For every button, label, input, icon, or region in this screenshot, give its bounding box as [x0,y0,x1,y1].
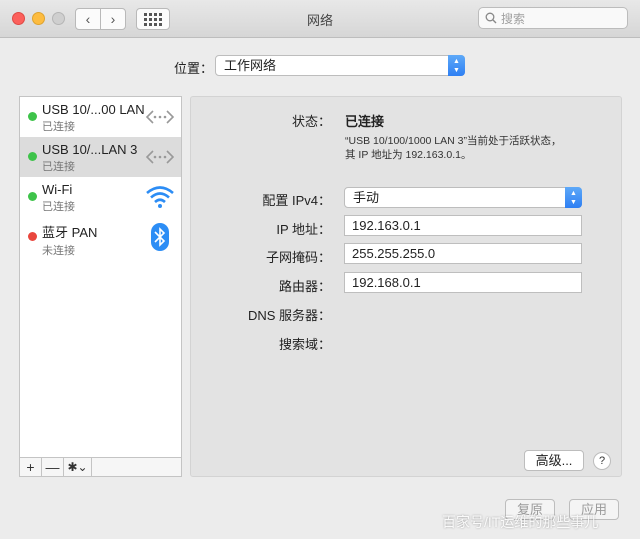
service-item-usb-lan-3[interactable]: USB 10/...LAN 3 已连接 [20,137,181,177]
advanced-button[interactable]: 高级... [524,450,584,471]
location-select[interactable]: 工作网络 ▲ ▼ [215,55,465,76]
configure-ipv4-value: 手动 [353,190,380,205]
status-description-line: 其 IP 地址为 192.163.0.1。 [345,149,472,161]
select-stepper-icon: ▲ ▼ [565,187,582,208]
status-dot [28,152,37,161]
status-dot [28,192,37,201]
router-field[interactable]: 192.168.0.1 [344,272,582,293]
search-placeholder: 搜索 [501,11,526,26]
location-label: 位置： [174,61,214,76]
search-domain-label: 搜索域： [278,337,331,352]
wifi-icon [146,186,174,208]
status-label: 状态： [291,114,331,129]
title-bar: ‹ › 网络 搜索 [0,0,640,38]
bluetooth-icon [151,223,169,251]
add-service-button[interactable]: + [20,458,42,476]
ethernet-icon [145,110,175,124]
configure-ipv4-select[interactable]: 手动 ▲ ▼ [344,187,582,208]
select-stepper-icon: ▲ ▼ [448,55,465,76]
configure-ipv4-label: 配置 IPv4： [262,193,331,208]
status-value: 已连接 [345,114,385,129]
service-item-usb-lan[interactable]: USB 10/...00 LAN 已连接 [20,97,181,137]
status-dot [28,112,37,121]
search-field[interactable]: 搜索 [478,7,628,29]
status-description: “USB 10/100/1000 LAN 3”当前处于活跃状态， 其 IP 地址… [345,134,605,162]
service-list-toolbar: + — ✱⌄ [19,458,182,477]
location-value: 工作网络 [224,58,277,73]
help-button[interactable]: ? [593,452,611,470]
ip-address-label: IP 地址： [276,222,331,237]
detail-pane: 状态： 已连接 “USB 10/100/1000 LAN 3”当前处于活跃状态，… [190,96,622,477]
ip-address-field[interactable]: 192.163.0.1 [344,215,582,236]
service-item-bluetooth-pan[interactable]: 蓝牙 PAN 未连接 [20,217,181,257]
status-dot [28,232,37,241]
gear-menu-button[interactable]: ✱⌄ [64,458,92,476]
watermark: 百家号/IT运维的那些事儿 [442,514,599,530]
service-list: USB 10/...00 LAN 已连接 USB 10/...LAN 3 已连接… [19,96,182,458]
service-item-wifi[interactable]: Wi-Fi 已连接 [20,177,181,217]
dns-server-label: DNS 服务器： [247,308,331,323]
remove-service-button[interactable]: — [42,458,64,476]
router-label: 路由器： [278,279,331,294]
search-icon [485,12,497,24]
ethernet-icon [145,150,175,164]
status-description-line: “USB 10/100/1000 LAN 3”当前处于活跃状态， [345,135,562,147]
subnet-mask-field[interactable]: 255.255.255.0 [344,243,582,264]
subnet-mask-label: 子网掩码： [265,250,331,265]
